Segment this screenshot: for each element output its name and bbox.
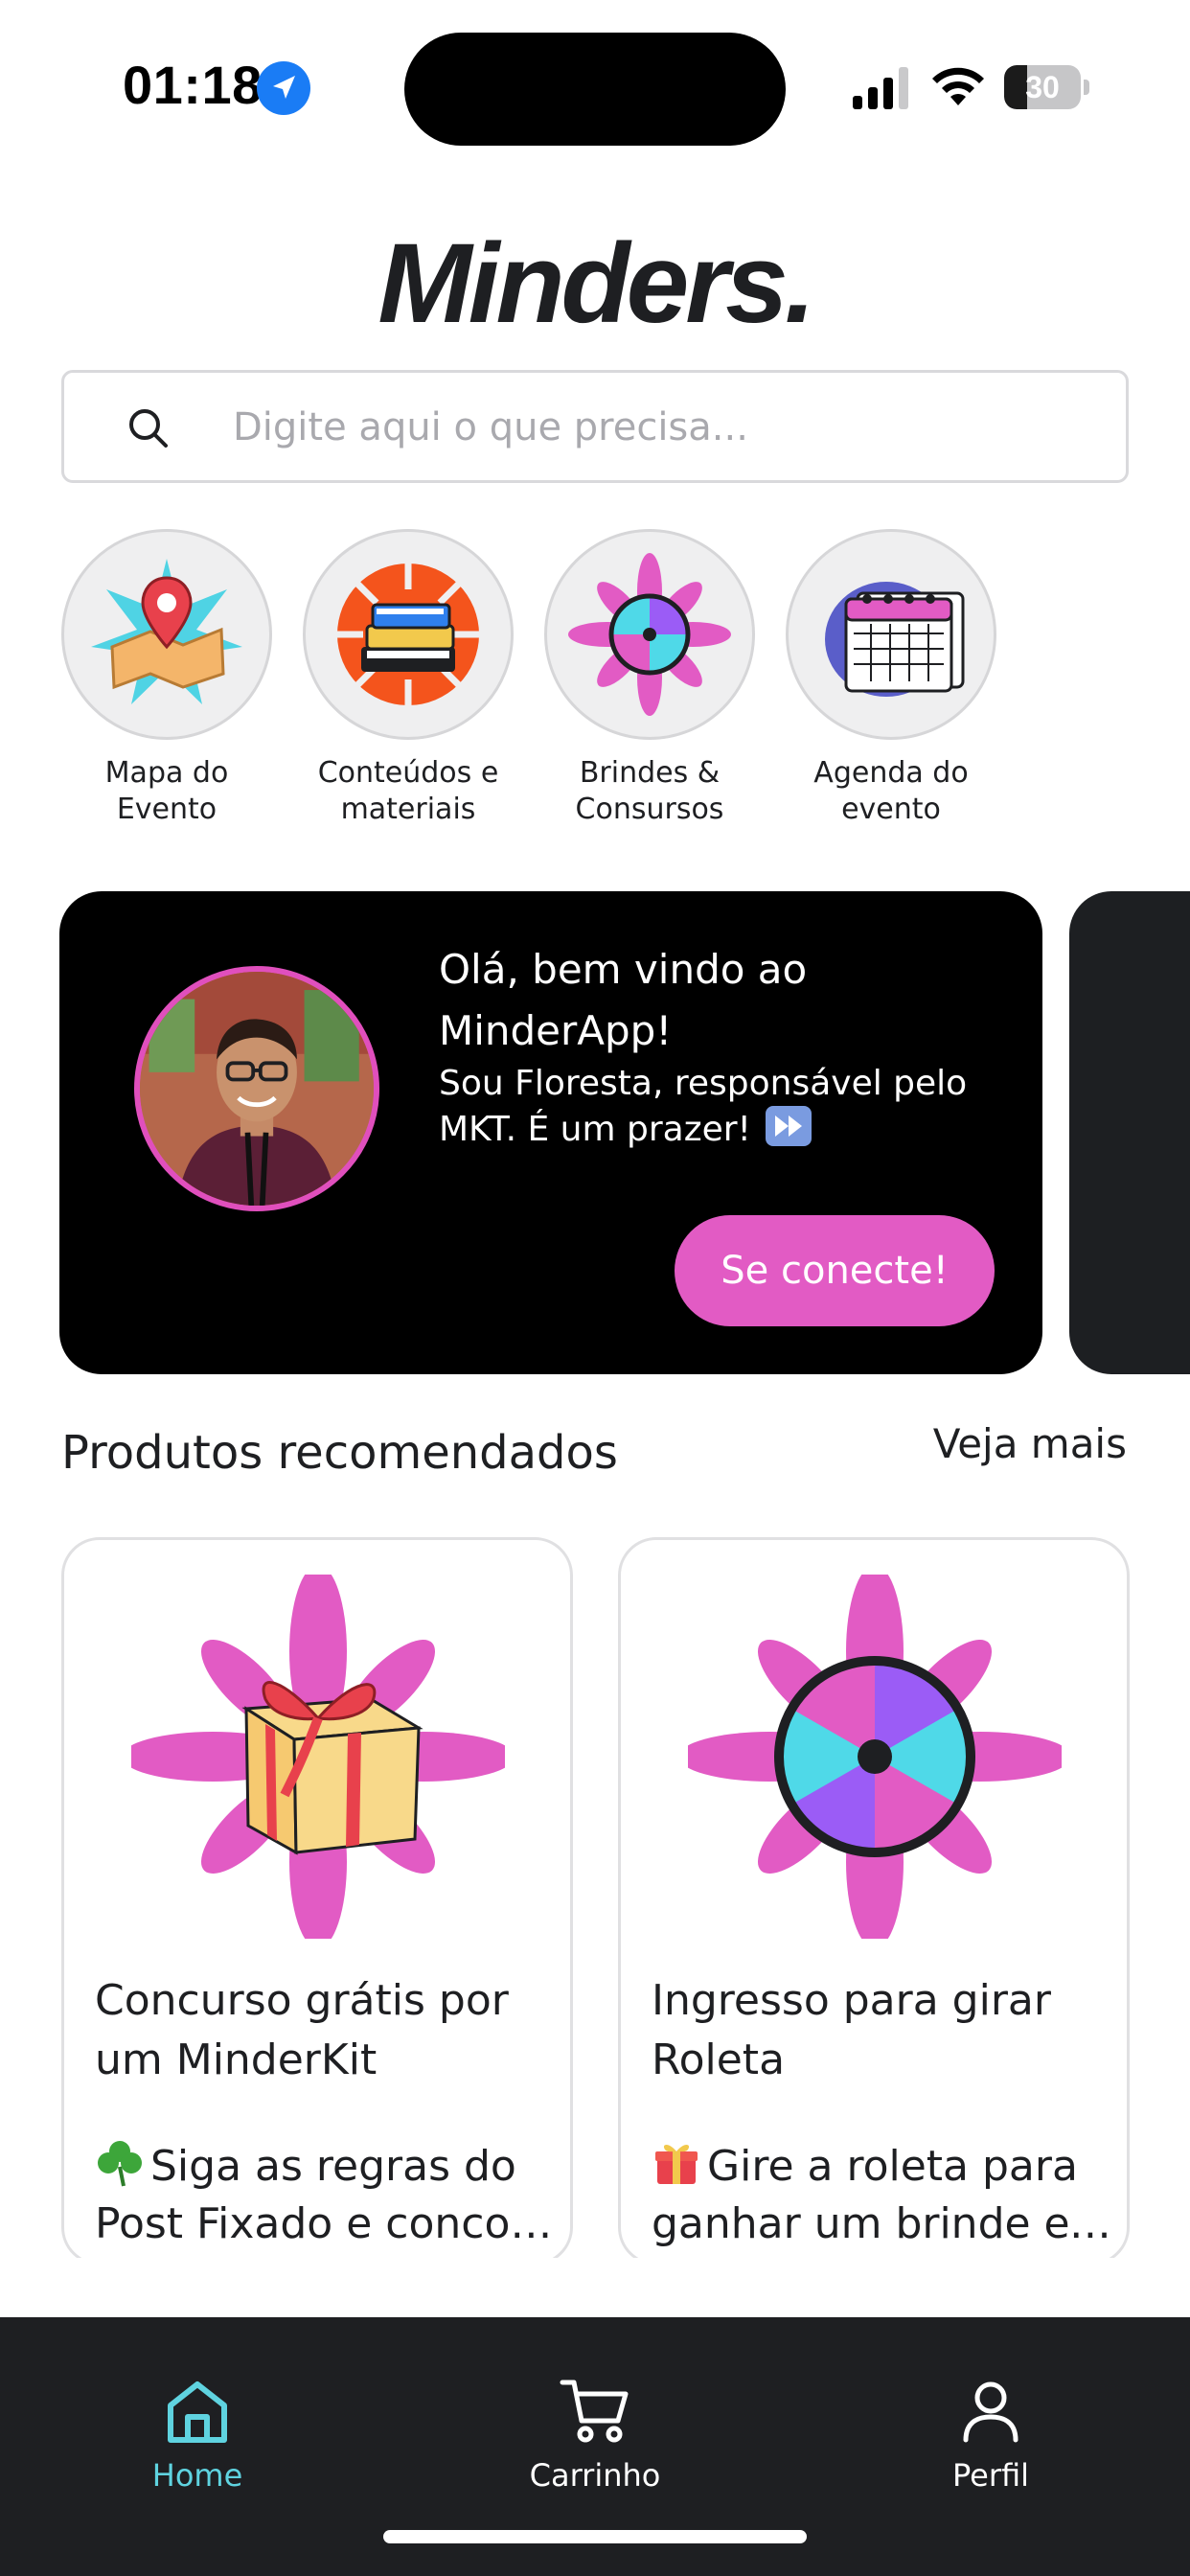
section-title: Produtos recomendados: [61, 1426, 618, 1480]
clover-icon: [98, 2141, 142, 2187]
product-description-line1: Gire a roleta para: [707, 2142, 1078, 2191]
product-description: Siga as regras do Post Fixado e concorra…: [95, 2138, 555, 2253]
fast-forward-icon: [766, 1106, 812, 1146]
tab-home[interactable]: Home: [92, 2375, 303, 2494]
dynamic-island: [404, 33, 786, 146]
product-description: Gire a roleta para ganhar um brinde excl…: [652, 2138, 1111, 2253]
banner-title: Olá, bem vindo ao MinderApp!: [439, 946, 808, 1054]
category-label: Agenda do: [813, 756, 969, 790]
status-time: 01:18: [123, 55, 263, 115]
user-icon: [963, 2381, 1018, 2443]
prize-wheel-icon: [544, 529, 755, 740]
prize-wheel-icon: [688, 1575, 1062, 1939]
avatar: [134, 966, 379, 1211]
product-card[interactable]: Concurso grátis por um MinderKit Siga as…: [61, 1537, 573, 2266]
search-input[interactable]: [233, 392, 1095, 463]
category-label: Conteúdos e: [317, 756, 499, 790]
status-bar: 01:18 30: [0, 0, 1190, 172]
gift-icon: [655, 2145, 698, 2184]
battery-level: 30: [1025, 70, 1060, 104]
tab-label: Perfil: [951, 2457, 1030, 2494]
category-label: Brindes &: [579, 756, 721, 790]
category-map[interactable]: Mapa do Evento: [61, 529, 272, 828]
search-icon: [129, 409, 168, 448]
app-logo: Minders.: [378, 220, 815, 347]
calendar-icon: [786, 529, 996, 740]
category-agenda[interactable]: Agenda do evento: [786, 529, 996, 828]
map-pin-icon: [61, 529, 272, 740]
category-list: Mapa do Evento Conteúdos e materiais Bri…: [61, 529, 1129, 836]
battery-indicator: 30: [1004, 65, 1089, 109]
tab-profile[interactable]: Perfil: [885, 2375, 1096, 2494]
next-banner-peek[interactable]: [1069, 891, 1190, 1374]
product-description-line2: ganhar um brinde exclusivo: [652, 2199, 1111, 2248]
books-icon: [303, 529, 514, 740]
welcome-banner[interactable]: Olá, bem vindo ao MinderApp! Sou Florest…: [59, 891, 1042, 1374]
connect-button[interactable]: Se conecte!: [675, 1215, 995, 1326]
location-arrow-icon: [257, 61, 310, 115]
home-icon: [168, 2381, 227, 2443]
category-label: materiais: [340, 793, 476, 826]
search-bar[interactable]: [61, 370, 1129, 483]
gift-box-icon: [131, 1575, 505, 1939]
category-label: Consursos: [575, 793, 724, 826]
category-label: evento: [841, 793, 941, 826]
category-prizes[interactable]: Brindes & Consursos: [544, 529, 755, 828]
product-name: Concurso grátis por um MinderKit: [95, 1976, 509, 2084]
product-description-line1: Siga as regras do: [150, 2142, 516, 2191]
home-indicator[interactable]: [383, 2530, 807, 2543]
see-more-link[interactable]: Veja mais: [933, 1420, 1127, 1467]
banner-subtitle: Sou Floresta, responsável pelo MKT. É um…: [439, 1062, 1014, 1152]
product-description-line2: Post Fixado e concorra a um MinderKit: [95, 2199, 555, 2248]
cart-icon: [560, 2380, 629, 2443]
tab-label: Carrinho: [529, 2457, 661, 2494]
category-label: Mapa do: [104, 756, 229, 790]
product-name: Ingresso para girar Roleta: [652, 1976, 1051, 2084]
wifi-icon: [932, 67, 984, 105]
category-label: Evento: [116, 793, 217, 826]
banner-subtitle-text: Sou Floresta, responsável pelo MKT. É um…: [439, 1064, 968, 1149]
content-fade: [0, 2258, 1190, 2317]
tab-cart[interactable]: Carrinho: [490, 2375, 700, 2494]
cellular-signal-icon: [853, 67, 908, 109]
category-contents[interactable]: Conteúdos e materiais: [303, 529, 514, 828]
product-card[interactable]: Ingresso para girar Roleta Gire a roleta…: [618, 1537, 1130, 2266]
tab-label: Home: [151, 2457, 243, 2494]
